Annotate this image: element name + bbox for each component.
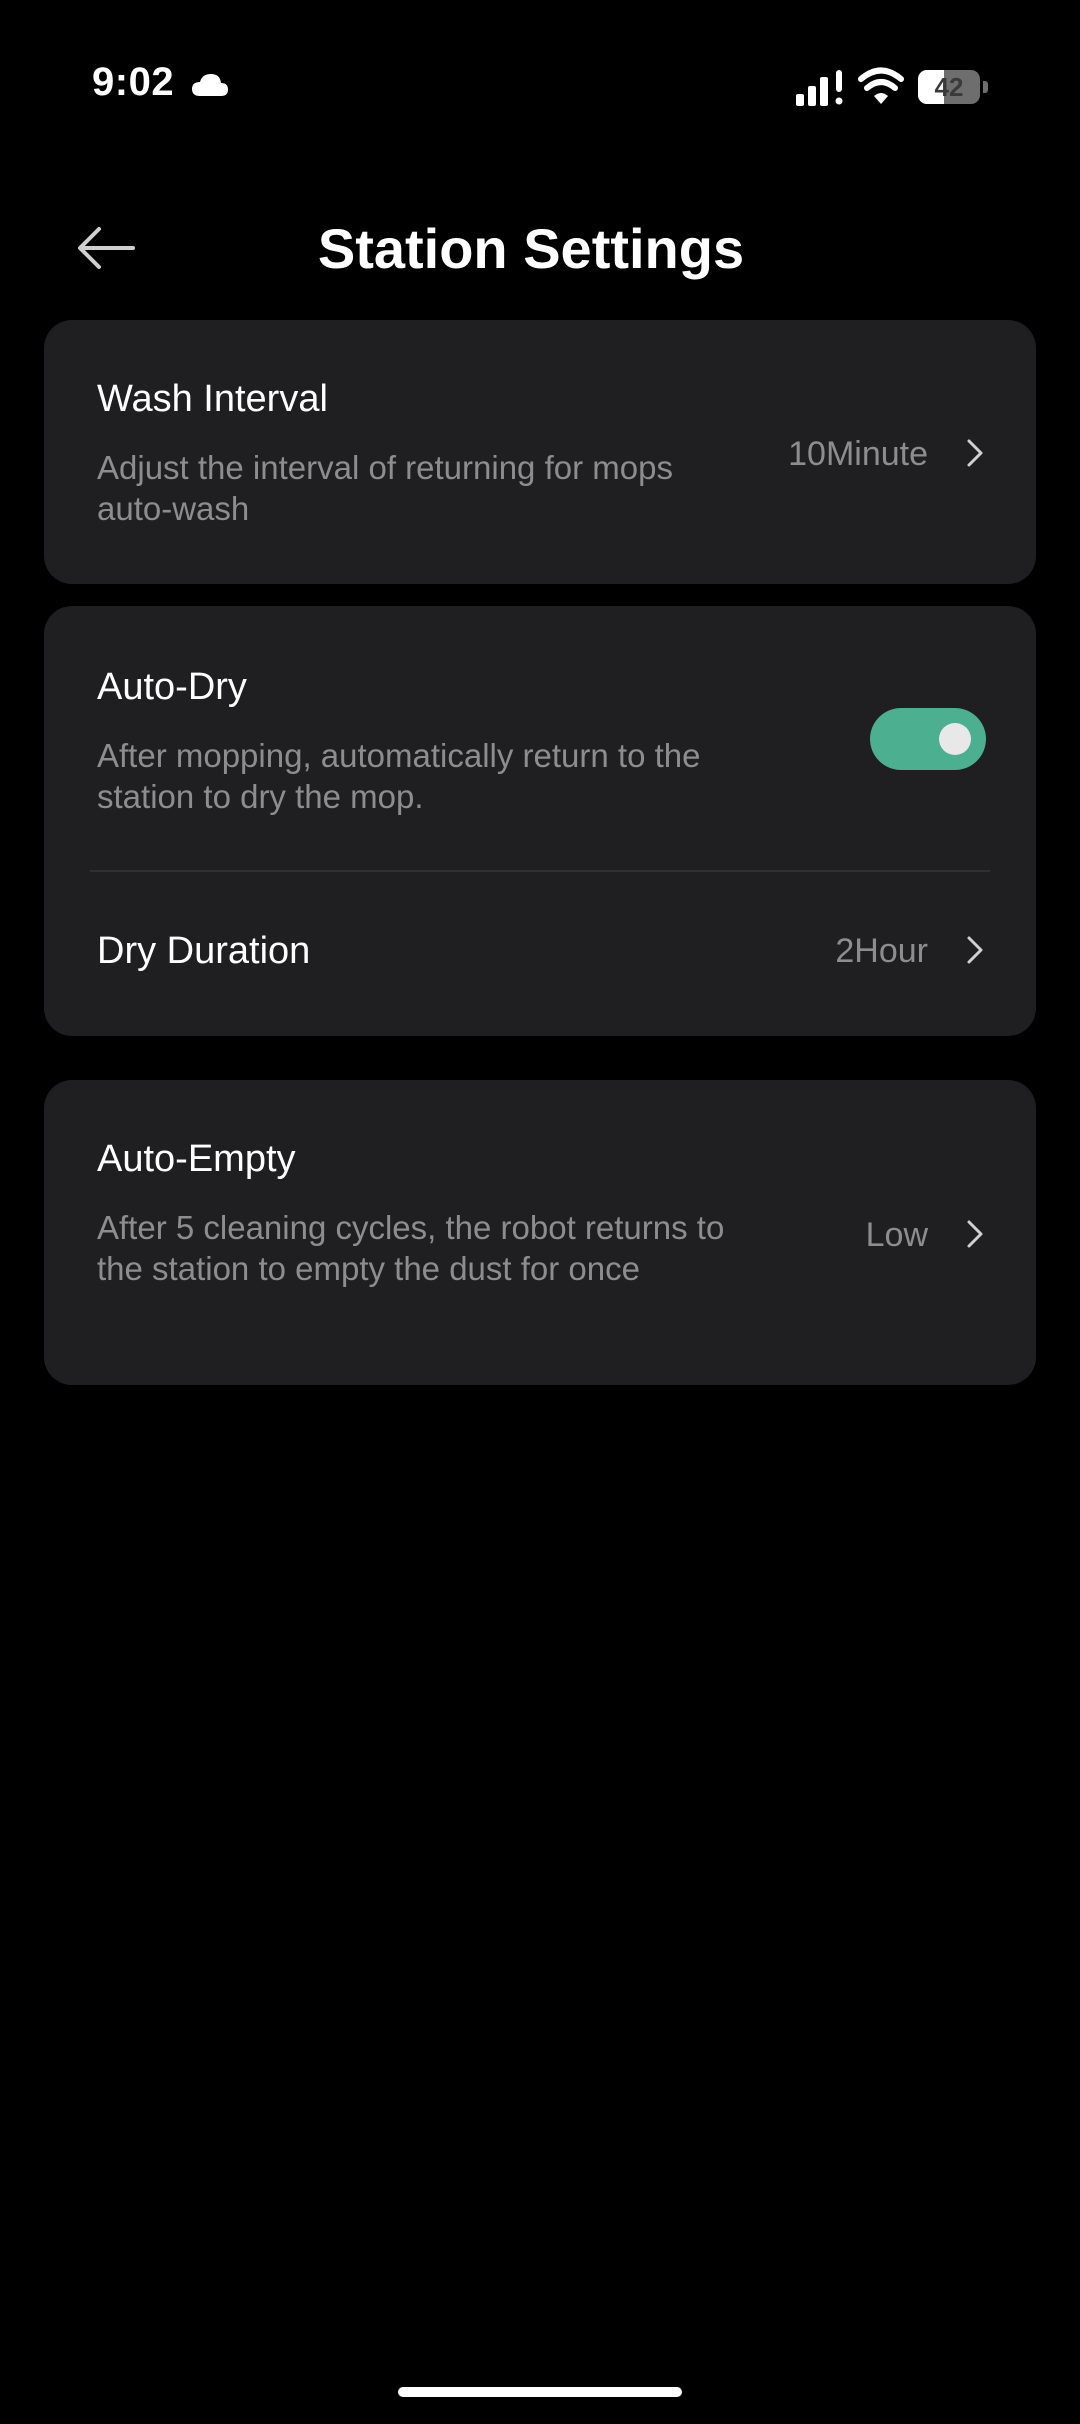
auto-empty-title: Auto-Empty (97, 1138, 296, 1180)
page-title: Station Settings (317, 217, 745, 280)
wash-interval-row[interactable]: Wash Interval Adjust the interval of ret… (44, 320, 1036, 584)
wash-interval-card: Wash Interval Adjust the interval of ret… (44, 320, 1036, 584)
auto-empty-value: Low (865, 1216, 928, 1254)
battery-cap (983, 81, 988, 93)
header: Station Settings (0, 200, 1080, 300)
chevron-right-icon (967, 439, 983, 467)
signal-icon (796, 70, 843, 106)
auto-dry-description: After mopping, automatically return to t… (97, 737, 701, 815)
auto-dry-toggle[interactable] (870, 708, 986, 770)
status-time: 9:02 (92, 60, 175, 104)
wash-interval-description: Adjust the interval of returning for mop… (97, 449, 673, 527)
auto-empty-card: Auto-Empty After 5 cleaning cycles, the … (44, 1080, 1036, 1385)
battery-body: 42 (918, 70, 980, 104)
auto-empty-description: After 5 cleaning cycles, the robot retur… (97, 1209, 725, 1287)
status-bar: 9:02 42 (0, 0, 1080, 170)
chevron-right-icon (967, 1220, 983, 1248)
home-indicator[interactable] (398, 2387, 682, 2397)
auto-dry-title: Auto-Dry (97, 666, 247, 708)
dry-duration-value: 2Hour (835, 932, 928, 970)
auto-empty-row[interactable]: Auto-Empty After 5 cleaning cycles, the … (44, 1080, 1036, 1385)
battery-percentage: 42 (934, 72, 964, 102)
wifi-icon (858, 67, 904, 104)
dry-duration-title: Dry Duration (97, 930, 311, 972)
wash-interval-title: Wash Interval (97, 378, 328, 420)
battery-icon: 42 (918, 70, 988, 104)
auto-dry-card: Auto-Dry After mopping, automatically re… (44, 606, 1036, 1036)
wash-interval-value: 10Minute (788, 435, 928, 473)
chevron-right-icon (967, 936, 983, 964)
auto-dry-row: Auto-Dry After mopping, automatically re… (44, 606, 1036, 870)
cloud-icon (192, 74, 228, 96)
dry-duration-row[interactable]: Dry Duration 2Hour (44, 872, 1036, 1036)
toggle-knob (939, 723, 971, 755)
